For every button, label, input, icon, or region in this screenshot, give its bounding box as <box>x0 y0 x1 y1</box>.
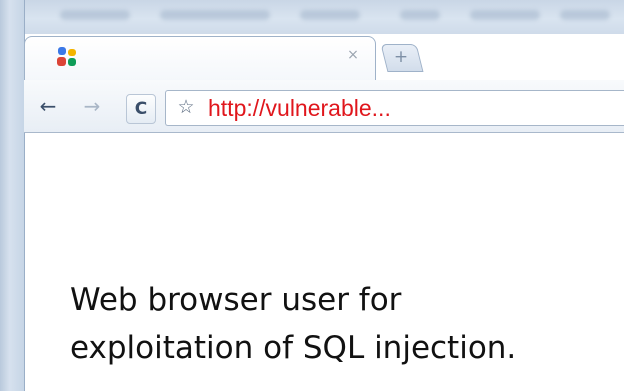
plus-icon: + <box>393 47 409 67</box>
back-arrow-icon[interactable]: ← <box>36 94 60 118</box>
browser-tab[interactable]: × <box>24 36 376 81</box>
address-bar[interactable]: ☆ http://vulnerable... <box>165 90 624 126</box>
window-frame-left <box>0 0 25 391</box>
url-text[interactable]: http://vulnerable... <box>208 91 391 125</box>
google-favicon-icon <box>57 47 76 66</box>
reload-icon[interactable]: C <box>126 94 156 124</box>
window-title-bar <box>0 0 624 34</box>
close-tab-icon[interactable]: × <box>345 47 361 63</box>
forward-arrow-icon[interactable]: → <box>80 94 104 118</box>
caption-line-2: exploitation of SQL injection. <box>70 330 517 366</box>
caption-line-1: Web browser user for <box>70 282 402 318</box>
caption-text: Web browser user for exploitation of SQL… <box>70 276 622 372</box>
bookmark-star-icon[interactable]: ☆ <box>174 95 198 119</box>
browser-window: × + ← → C ☆ http://vulnerable... Web bro… <box>0 0 624 391</box>
